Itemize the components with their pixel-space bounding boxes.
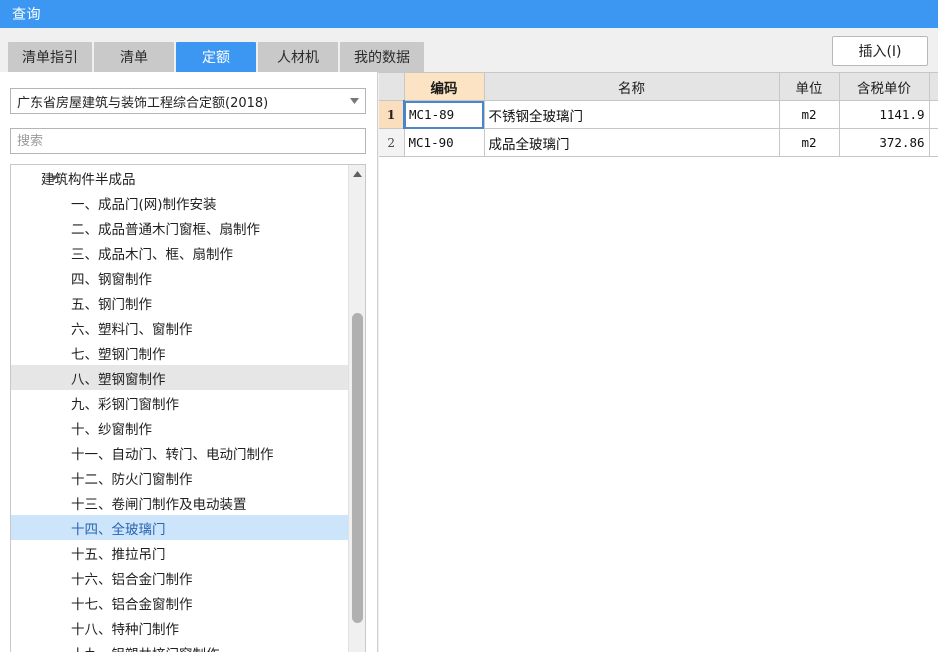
cell-extra[interactable] — [929, 128, 938, 157]
results-panel: 编码 名称 单位 含税单价 1 MC1-89 不锈钢全玻璃门 m2 1141.9 — [379, 72, 938, 652]
column-header-price[interactable]: 含税单价 — [839, 72, 930, 101]
tree-item-1[interactable]: 一、成品门(网)制作安装 — [11, 190, 349, 215]
cell-code[interactable]: MC1-89 — [404, 100, 485, 129]
tree-item-14[interactable]: 十四、全玻璃门 — [11, 515, 349, 540]
tree-item-label: 三、成品木门、框、扇制作 — [71, 246, 233, 263]
tab-my-data[interactable]: 我的数据 — [340, 42, 424, 72]
column-header-unit[interactable]: 单位 — [779, 72, 840, 101]
column-header-name[interactable]: 名称 — [484, 72, 780, 101]
insert-button-label: 插入(I) — [858, 44, 902, 60]
left-panel: 广东省房屋建筑与装饰工程综合定额(2018) 建筑构件半成品 一、成品门(网)制… — [0, 72, 378, 652]
tree-item-label: 十八、特种门制作 — [71, 621, 179, 638]
tree-item-5[interactable]: 五、钢门制作 — [11, 290, 349, 315]
tree-node-root[interactable]: 建筑构件半成品 — [11, 165, 349, 190]
cell-unit[interactable]: m2 — [779, 128, 840, 157]
tree-item-label: 四、钢窗制作 — [71, 271, 152, 288]
window-titlebar: 查询 — [0, 0, 938, 28]
search-input[interactable] — [11, 129, 365, 153]
tree-item-2[interactable]: 二、成品普通木门窗框、扇制作 — [11, 215, 349, 240]
tab-label: 人材机 — [277, 50, 319, 66]
tree-item-label: 十六、铝合金门制作 — [71, 571, 193, 588]
cell-price[interactable]: 1141.9 — [839, 100, 930, 129]
cell-price[interactable]: 372.86 — [839, 128, 930, 157]
scroll-up-arrow-icon[interactable] — [349, 165, 365, 182]
row-number: 2 — [379, 128, 405, 157]
tree-item-9[interactable]: 九、彩钢门窗制作 — [11, 390, 349, 415]
table-row[interactable]: 2 MC1-90 成品全玻璃门 m2 372.86 — [379, 128, 938, 157]
tree-item-label: 二、成品普通木门窗框、扇制作 — [71, 221, 260, 238]
tree-item-label: 六、塑料门、窗制作 — [71, 321, 193, 338]
tree-item-18[interactable]: 十八、特种门制作 — [11, 615, 349, 640]
tab-strip: 清单指引 清单 定额 人材机 我的数据 插入(I) — [0, 28, 938, 73]
column-header-rownum — [379, 72, 405, 101]
library-select[interactable]: 广东省房屋建筑与装饰工程综合定额(2018) — [10, 88, 366, 114]
column-header-code[interactable]: 编码 — [404, 72, 485, 101]
row-number: 1 — [379, 100, 405, 129]
chevron-down-icon — [343, 98, 365, 104]
tree-item-label: 十七、铝合金窗制作 — [71, 596, 193, 613]
tree-item-15[interactable]: 十五、推拉吊门 — [11, 540, 349, 565]
tree-item-label: 十一、自动门、转门、电动门制作 — [71, 446, 274, 463]
tree-item-8[interactable]: 八、塑钢窗制作 — [11, 365, 349, 390]
tree-item-11[interactable]: 十一、自动门、转门、电动门制作 — [11, 440, 349, 465]
cell-name[interactable]: 成品全玻璃门 — [484, 128, 780, 157]
tree-item-label: 十五、推拉吊门 — [71, 546, 166, 563]
tree-item-6[interactable]: 六、塑料门、窗制作 — [11, 315, 349, 340]
tab-label: 清单指引 — [22, 50, 78, 66]
tree-item-label: 五、钢门制作 — [71, 296, 152, 313]
cell-code[interactable]: MC1-90 — [404, 128, 485, 157]
tab-label: 我的数据 — [354, 50, 410, 66]
results-grid: 编码 名称 单位 含税单价 1 MC1-89 不锈钢全玻璃门 m2 1141.9 — [379, 72, 938, 157]
tab-rencaiji[interactable]: 人材机 — [258, 42, 338, 72]
column-header-extra[interactable] — [929, 72, 938, 101]
tree-item-13[interactable]: 十三、卷闸门制作及电动装置 — [11, 490, 349, 515]
tree-item-label: 九、彩钢门窗制作 — [71, 396, 179, 413]
cell-unit[interactable]: m2 — [779, 100, 840, 129]
query-window: 查询 清单指引 清单 定额 人材机 我的数据 插入(I) 广东省房屋建筑与装饰工… — [0, 0, 938, 652]
tree-item-label: 一、成品门(网)制作安装 — [71, 196, 217, 213]
tree-item-label: 十、纱窗制作 — [71, 421, 152, 438]
tab-label: 清单 — [120, 50, 148, 66]
tree-item-3[interactable]: 三、成品木门、框、扇制作 — [11, 240, 349, 265]
tree-item-19[interactable]: 十九、铝塑共挤门窗制作 — [11, 640, 349, 652]
tree-item-16[interactable]: 十六、铝合金门制作 — [11, 565, 349, 590]
tree-item-7[interactable]: 七、塑钢门制作 — [11, 340, 349, 365]
tree-item-label: 八、塑钢窗制作 — [71, 371, 166, 388]
table-row[interactable]: 1 MC1-89 不锈钢全玻璃门 m2 1141.9 — [379, 100, 938, 129]
window-title: 查询 — [12, 7, 41, 23]
tab-label: 定额 — [202, 50, 230, 66]
tab-list: 清单指引 清单 定额 人材机 我的数据 — [8, 28, 426, 72]
cell-extra[interactable] — [929, 100, 938, 129]
tab-qingdan-zhiyin[interactable]: 清单指引 — [8, 42, 92, 72]
expand-collapse-caret-icon[interactable] — [51, 173, 61, 183]
tab-dinge[interactable]: 定额 — [176, 42, 256, 72]
tree-scrollbar-thumb[interactable] — [352, 313, 363, 623]
tree-item-10[interactable]: 十、纱窗制作 — [11, 415, 349, 440]
tree-item-17[interactable]: 十七、铝合金窗制作 — [11, 590, 349, 615]
tab-qingdan[interactable]: 清单 — [94, 42, 174, 72]
search-box[interactable] — [10, 128, 366, 154]
grid-header-row: 编码 名称 单位 含税单价 — [379, 72, 938, 101]
category-tree-panel: 建筑构件半成品 一、成品门(网)制作安装 二、成品普通木门窗框、扇制作 三、成品… — [10, 164, 366, 652]
tree-item-label: 十三、卷闸门制作及电动装置 — [71, 496, 247, 513]
tree-item-label: 七、塑钢门制作 — [71, 346, 166, 363]
tree-scrollbar[interactable] — [348, 165, 365, 652]
tree-item-label: 十二、防火门窗制作 — [71, 471, 193, 488]
tree-item-4[interactable]: 四、钢窗制作 — [11, 265, 349, 290]
cell-name[interactable]: 不锈钢全玻璃门 — [484, 100, 780, 129]
library-select-value: 广东省房屋建筑与装饰工程综合定额(2018) — [17, 95, 269, 111]
category-tree: 建筑构件半成品 一、成品门(网)制作安装 二、成品普通木门窗框、扇制作 三、成品… — [11, 165, 349, 652]
tree-item-label: 十四、全玻璃门 — [71, 521, 166, 538]
tree-item-12[interactable]: 十二、防火门窗制作 — [11, 465, 349, 490]
tree-item-label: 十九、铝塑共挤门窗制作 — [71, 643, 220, 652]
insert-button[interactable]: 插入(I) — [832, 36, 928, 66]
